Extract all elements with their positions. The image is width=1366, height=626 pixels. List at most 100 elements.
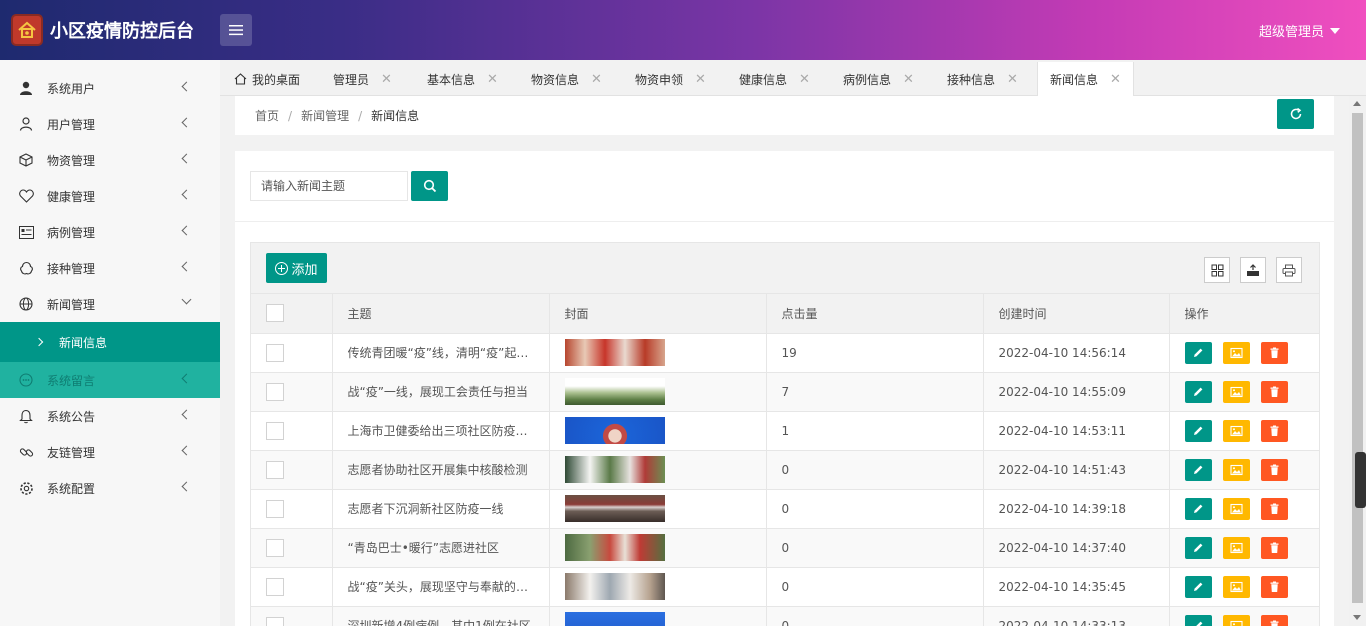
delete-button[interactable] (1260, 575, 1288, 598)
menu-toggle-button[interactable] (220, 14, 252, 46)
tab-news-info[interactable]: 新闻信息 ✕ (1037, 62, 1134, 96)
close-icon[interactable]: ✕ (903, 72, 914, 87)
edit-button[interactable] (1184, 575, 1212, 598)
row-checkbox[interactable] (266, 538, 284, 557)
user-menu[interactable]: 超级管理员 (1259, 21, 1340, 40)
delete-button[interactable] (1260, 458, 1288, 481)
column-header-created[interactable]: 创建时间 (983, 294, 1170, 334)
cover-thumbnail[interactable] (564, 378, 665, 405)
scrollbar-thumb[interactable] (1352, 113, 1363, 603)
sidebar-item-settings[interactable]: 系统配置 (0, 470, 220, 506)
tab-vaccination-info[interactable]: 接种信息 ✕ (947, 62, 1018, 96)
sidebar-item-messages[interactable]: 系统留言 (0, 362, 220, 398)
clicks-cell: 0 (766, 450, 984, 490)
sidebar-item-health[interactable]: 健康管理 (0, 178, 220, 214)
edit-button[interactable] (1184, 614, 1212, 626)
page-scrollbar[interactable] (1349, 96, 1366, 626)
row-checkbox[interactable] (266, 577, 284, 596)
add-button[interactable]: 添加 (266, 253, 327, 283)
table-row[interactable]: 战“疫”关头，展现坚守与奉献的力量 0 2022-04-10 14:35:45 (251, 567, 1319, 607)
close-icon[interactable]: ✕ (1110, 72, 1121, 87)
image-button[interactable] (1222, 458, 1250, 481)
delete-button[interactable] (1260, 614, 1288, 626)
column-header-title[interactable]: 主题 (332, 294, 550, 334)
image-button[interactable] (1222, 536, 1250, 559)
close-icon[interactable]: ✕ (799, 72, 810, 87)
sidebar-item-vaccination[interactable]: 接种管理 (0, 250, 220, 286)
row-checkbox[interactable] (266, 421, 284, 440)
table-row[interactable]: 志愿者协助社区开展集中核酸检测 0 2022-04-10 14:51:43 (251, 450, 1319, 490)
image-button[interactable] (1222, 380, 1250, 403)
tab-admin[interactable]: 管理员 ✕ (333, 62, 392, 96)
image-button[interactable] (1222, 341, 1250, 364)
row-checkbox[interactable] (266, 499, 284, 518)
cover-thumbnail[interactable] (564, 612, 665, 626)
row-checkbox[interactable] (266, 616, 284, 626)
table-row[interactable]: 传统青团暖“疫”线，清明“疫”起战“疫” 19 2022-04-10 14:56:1… (251, 333, 1319, 373)
cover-thumbnail[interactable] (564, 534, 665, 561)
print-button[interactable] (1276, 257, 1302, 283)
table-row[interactable]: 深圳新增4例病例，其中1例在社区 0 2022-04-10 14:33:13 (251, 606, 1319, 626)
tab-health-info[interactable]: 健康信息 ✕ (739, 62, 810, 96)
tab-desktop[interactable]: 我的桌面 (234, 62, 300, 96)
delete-button[interactable] (1260, 380, 1288, 403)
breadcrumb-news-management[interactable]: 新闻管理 (301, 109, 349, 123)
cover-thumbnail[interactable] (564, 417, 665, 444)
delete-button[interactable] (1260, 341, 1288, 364)
row-checkbox[interactable] (266, 343, 284, 362)
search-input[interactable] (250, 171, 408, 201)
table-row[interactable]: 志愿者下沉洞新社区防疫一线 0 2022-04-10 14:39:18 (251, 489, 1319, 529)
cover-thumbnail[interactable] (564, 339, 665, 366)
image-button[interactable] (1222, 575, 1250, 598)
sidebar-item-cases[interactable]: 病例管理 (0, 214, 220, 250)
scroll-up-arrow-icon[interactable] (1353, 101, 1361, 106)
edit-button[interactable] (1184, 341, 1212, 364)
sidebar-item-links[interactable]: 友链管理 (0, 434, 220, 470)
search-button[interactable] (411, 171, 448, 201)
cover-thumbnail[interactable] (564, 456, 665, 483)
tab-case-info[interactable]: 病例信息 ✕ (843, 62, 914, 96)
delete-button[interactable] (1260, 536, 1288, 559)
edit-button[interactable] (1184, 497, 1212, 520)
delete-button[interactable] (1260, 419, 1288, 442)
close-icon[interactable]: ✕ (487, 72, 498, 87)
column-header-clicks[interactable]: 点击量 (766, 294, 984, 334)
delete-button[interactable] (1260, 497, 1288, 520)
row-checkbox[interactable] (266, 460, 284, 479)
sidebar-item-news[interactable]: 新闻管理 (0, 286, 220, 322)
tab-supplies-info[interactable]: 物资信息 ✕ (531, 62, 602, 96)
edit-button[interactable] (1184, 536, 1212, 559)
column-header-cover[interactable]: 封面 (549, 294, 767, 334)
sidebar-item-system-users[interactable]: 系统用户 (0, 70, 220, 106)
tab-basic-info[interactable]: 基本信息 ✕ (427, 62, 498, 96)
sidebar-item-announcements[interactable]: 系统公告 (0, 398, 220, 434)
edit-button[interactable] (1184, 419, 1212, 442)
select-all-checkbox[interactable] (266, 304, 284, 323)
cover-thumbnail[interactable] (564, 573, 665, 600)
sidebar-item-user-management[interactable]: 用户管理 (0, 106, 220, 142)
sidebar-item-supplies[interactable]: 物资管理 (0, 142, 220, 178)
columns-filter-button[interactable] (1204, 257, 1230, 283)
table-row[interactable]: 上海市卫健委给出三项社区防疫建议 1 2022-04-10 14:53:11 (251, 411, 1319, 451)
cover-thumbnail[interactable] (564, 495, 665, 522)
image-button[interactable] (1222, 419, 1250, 442)
scroll-down-arrow-icon[interactable] (1353, 615, 1361, 620)
refresh-button[interactable] (1277, 99, 1314, 129)
row-checkbox[interactable] (266, 382, 284, 401)
export-button[interactable] (1240, 257, 1266, 283)
sidebar-subitem-news-info[interactable]: 新闻信息 (0, 322, 220, 362)
tab-supplies-claim[interactable]: 物资申领 ✕ (635, 62, 706, 96)
image-button[interactable] (1222, 497, 1250, 520)
close-icon[interactable]: ✕ (591, 72, 602, 87)
breadcrumb-home[interactable]: 首页 (255, 109, 279, 123)
close-icon[interactable]: ✕ (381, 72, 392, 87)
close-icon[interactable]: ✕ (695, 72, 706, 87)
table-row[interactable]: “青岛巴士•暖行”志愿进社区 0 2022-04-10 14:37:40 (251, 528, 1319, 568)
table-row[interactable]: 战“疫”一线，展现工会责任与担当 7 2022-04-10 14:55:09 (251, 372, 1319, 412)
close-icon[interactable]: ✕ (1007, 72, 1018, 87)
image-icon (1229, 347, 1243, 358)
floating-side-widget[interactable] (1355, 452, 1366, 508)
image-button[interactable] (1222, 614, 1250, 626)
edit-button[interactable] (1184, 458, 1212, 481)
edit-button[interactable] (1184, 380, 1212, 403)
